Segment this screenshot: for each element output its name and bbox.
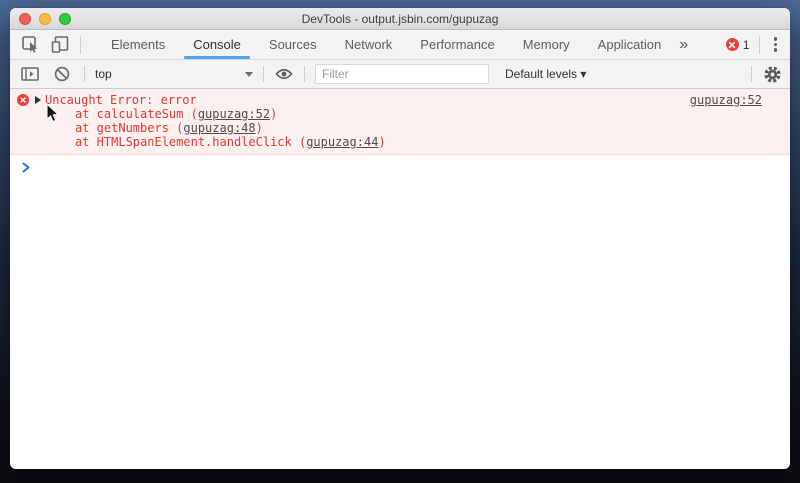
inspect-icon (21, 36, 39, 53)
gear-icon (763, 65, 782, 84)
device-toolbar-icon (51, 36, 69, 53)
tab-elements[interactable]: Elements (97, 30, 179, 59)
divider (751, 66, 752, 82)
console-settings-button[interactable] (762, 64, 782, 84)
error-message-text: Uncaught Error: error (45, 93, 197, 107)
console-toolbar: top Default levels ▾ (10, 60, 790, 89)
device-toolbar-button[interactable] (50, 35, 70, 55)
console-sidebar-toggle[interactable] (20, 64, 40, 84)
divider (758, 35, 760, 54)
tab-memory[interactable]: Memory (509, 30, 584, 59)
more-tabs-button[interactable]: » (675, 30, 691, 59)
levels-value: Default levels ▾ (505, 67, 587, 81)
filter-input[interactable] (315, 64, 489, 84)
error-count: 1 (742, 37, 750, 52)
console-messages: Uncaught Error: error at calculateSum (g… (10, 89, 790, 469)
console-sidebar-icon (21, 67, 39, 81)
stack-frame: at calculateSum (gupuzag:52) (75, 107, 278, 121)
divider (80, 35, 81, 54)
console-error-message: Uncaught Error: error at calculateSum (g… (10, 89, 790, 155)
tab-performance[interactable]: Performance (406, 30, 508, 59)
tab-application[interactable]: Application (584, 30, 676, 59)
panel-tabbar: Elements Console Sources Network Perform… (10, 30, 790, 60)
devtools-window: DevTools - output.jsbin.com/gupuzag Elem… (10, 8, 790, 469)
clear-console-icon (54, 66, 70, 82)
stack-source-link[interactable]: gupuzag:44 (306, 135, 378, 149)
prompt-chevron-icon (22, 162, 31, 173)
divider (84, 66, 85, 82)
expand-stack-triangle-icon[interactable] (35, 96, 41, 104)
error-source-link[interactable]: gupuzag:52 (690, 93, 762, 107)
live-expression-button[interactable] (274, 64, 294, 84)
stack-source-link[interactable]: gupuzag:52 (198, 107, 270, 121)
javascript-context-selector[interactable]: top (95, 67, 253, 81)
console-prompt[interactable] (10, 155, 790, 173)
devtools-menu-button[interactable] (769, 37, 783, 52)
error-icon (17, 94, 29, 106)
stack-source-link[interactable]: gupuzag:48 (183, 121, 255, 135)
panel-tabs: Elements Console Sources Network Perform… (97, 30, 691, 59)
titlebar: DevTools - output.jsbin.com/gupuzag (10, 8, 790, 30)
tab-sources[interactable]: Sources (255, 30, 331, 59)
log-levels-dropdown[interactable]: Default levels ▾ (499, 67, 592, 81)
chevron-double-right-icon: » (679, 35, 688, 53)
clear-console-button[interactable] (52, 64, 72, 84)
divider (263, 66, 264, 82)
divider (304, 66, 305, 82)
context-value: top (95, 67, 112, 81)
stack-frame: at getNumbers (gupuzag:48) (75, 121, 263, 135)
window-title: DevTools - output.jsbin.com/gupuzag (301, 11, 499, 26)
error-count-badge[interactable]: 1 (725, 37, 750, 52)
tab-console[interactable]: Console (179, 30, 255, 59)
inspect-element-button[interactable] (20, 35, 40, 55)
kebab-icon (773, 37, 777, 41)
eye-icon (275, 68, 293, 80)
error-badge-icon (725, 38, 739, 51)
stack-frame: at HTMLSpanElement.handleClick (gupuzag:… (75, 135, 386, 149)
chevron-down-icon (245, 71, 253, 77)
tab-network[interactable]: Network (331, 30, 407, 59)
